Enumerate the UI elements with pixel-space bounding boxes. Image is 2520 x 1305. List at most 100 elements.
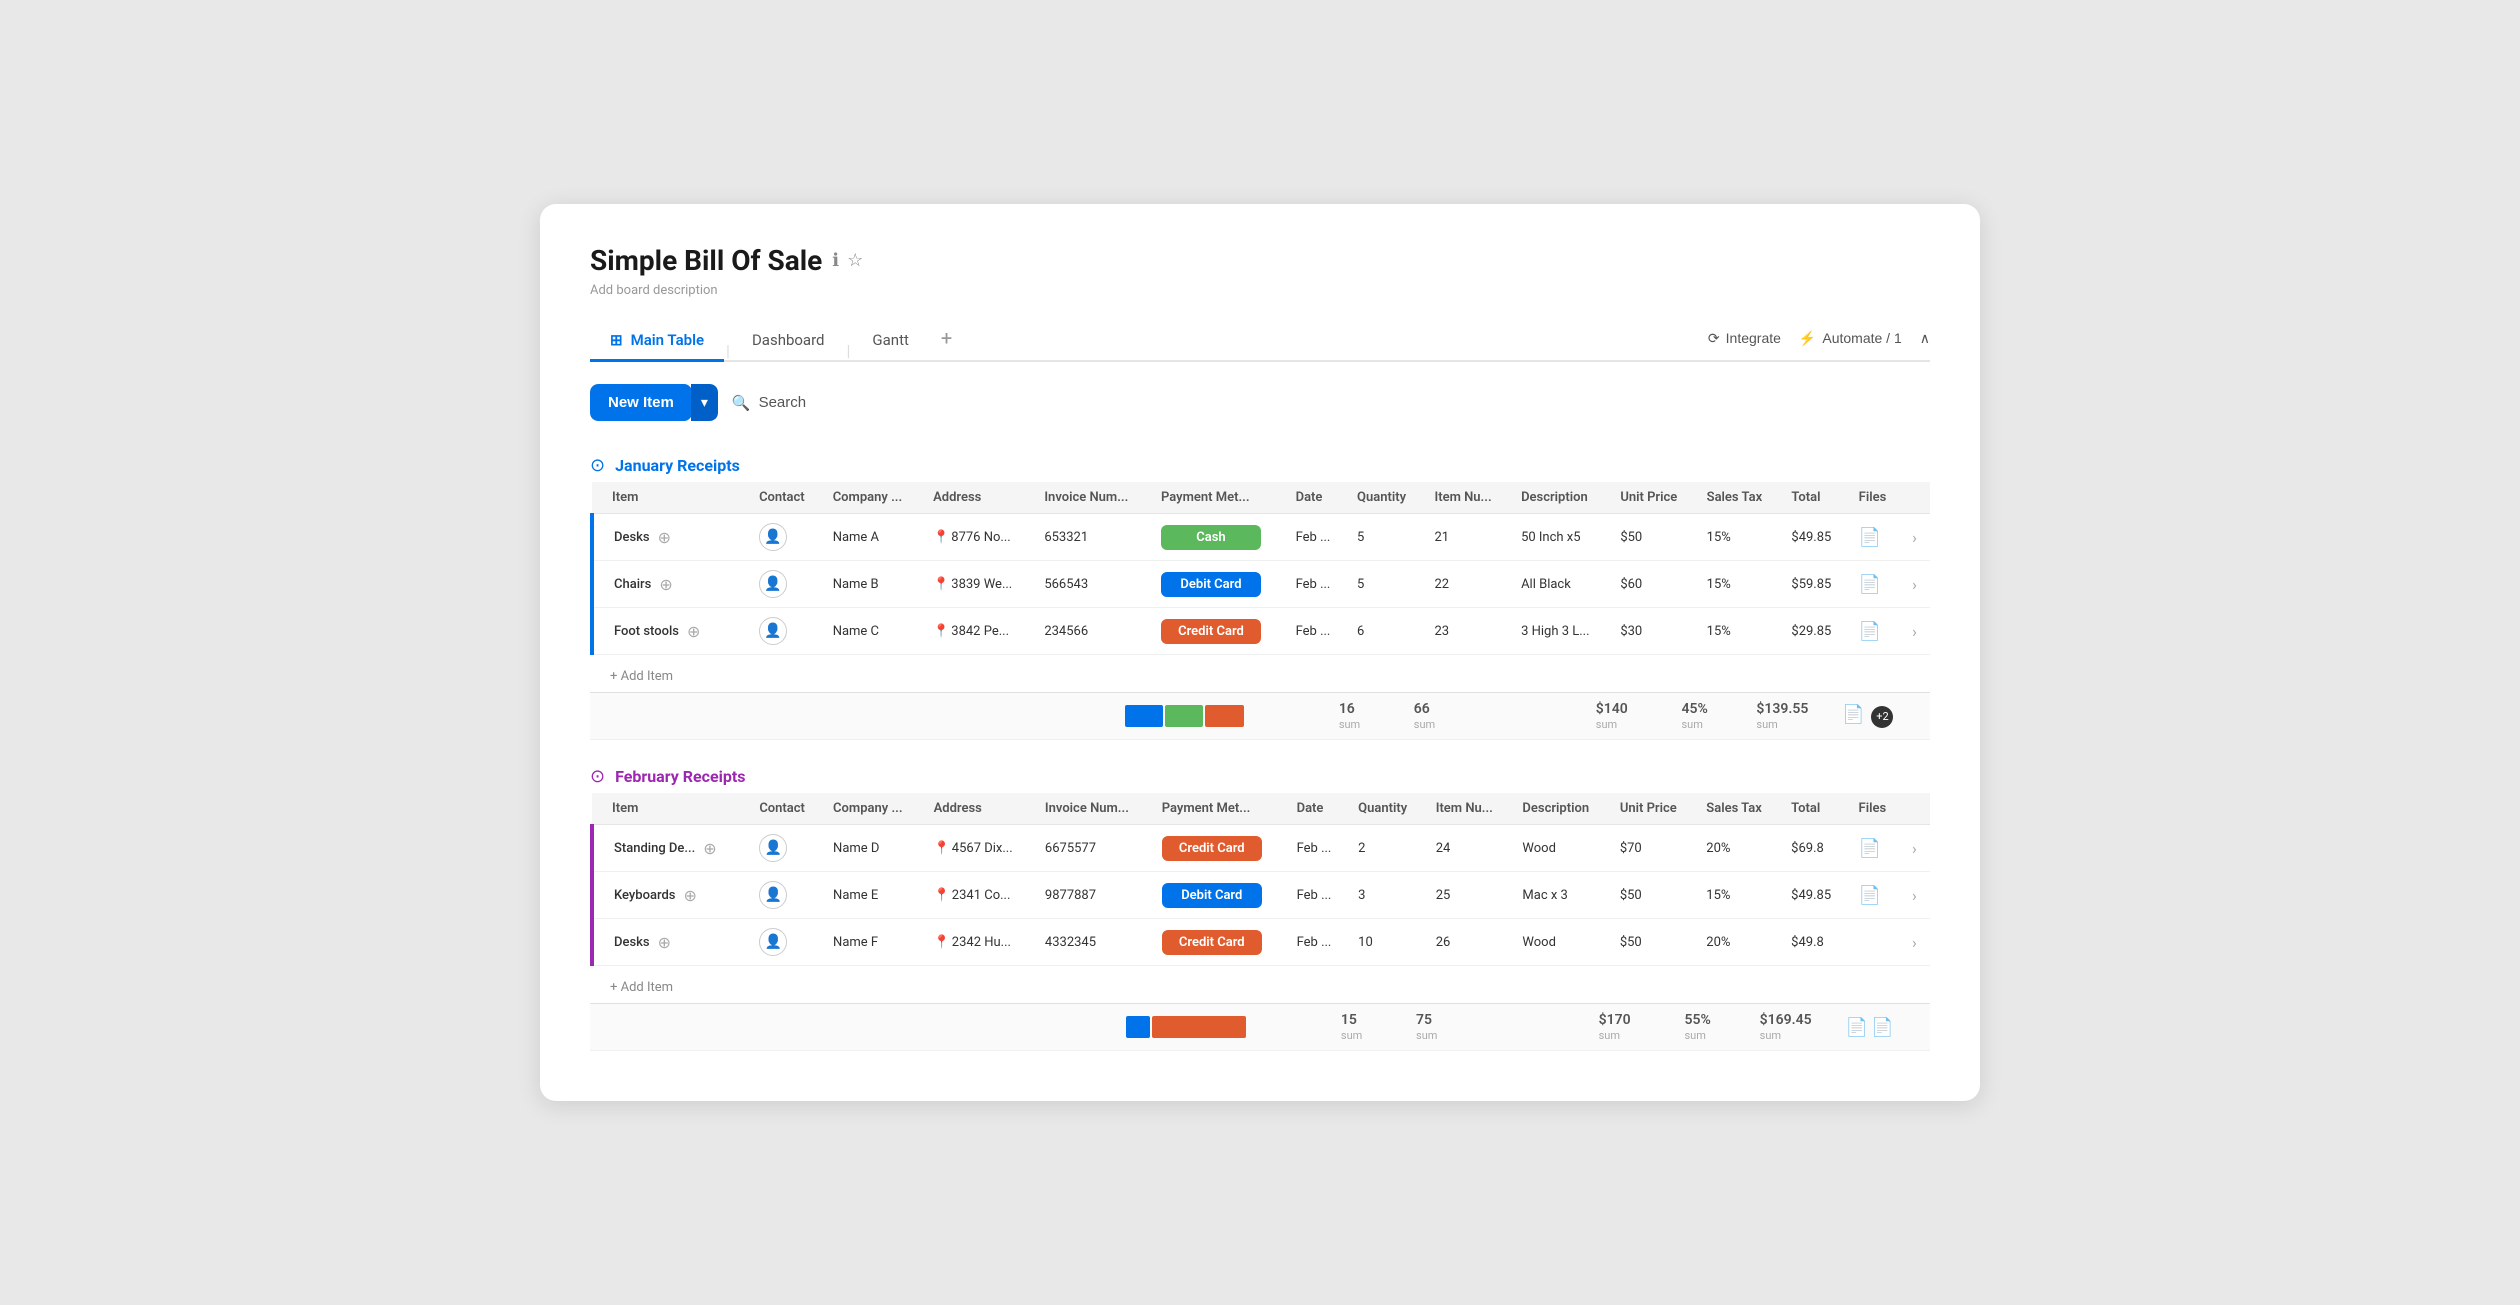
add-sub-item-icon[interactable]: ⊕ <box>683 886 696 905</box>
january-section: ⊙ January Receipts Item Contact Company … <box>590 449 1930 740</box>
table-row[interactable]: Foot stools ⊕ 👤 Name C 📍3842 Pe... 23456… <box>592 608 1930 655</box>
tab-main-table[interactable]: ⊞ Main Table <box>590 321 724 362</box>
cell-name: Foot stools ⊕ <box>592 608 749 655</box>
add-sub-item-icon[interactable]: ⊕ <box>703 839 716 858</box>
cell-company: Name C <box>823 608 923 655</box>
automate-button[interactable]: ⚡ Automate / 1 <box>1799 330 1902 347</box>
feb-bar-debit <box>1126 1016 1150 1038</box>
search-button[interactable]: 🔍 Search <box>732 394 806 412</box>
page-title-area: Simple Bill Of Sale ℹ ☆ <box>590 244 1930 277</box>
cell-quantity: 6 <box>1347 608 1424 655</box>
cell-description: 3 High 3 L... <box>1511 608 1610 655</box>
cell-total: $69.8 <box>1781 825 1848 872</box>
cell-contact: 👤 <box>749 919 823 966</box>
cell-contact: 👤 <box>749 608 823 655</box>
tab-add-button[interactable]: + <box>929 316 964 360</box>
col-contact: Contact <box>749 482 823 514</box>
location-icon: 📍 <box>934 888 950 903</box>
row-more-icon[interactable]: › <box>1912 528 1917 547</box>
table-row[interactable]: Chairs ⊕ 👤 Name B 📍3839 We... 566543 Deb… <box>592 561 1930 608</box>
feb-sum-payment-bar <box>1116 1004 1256 1051</box>
board-description[interactable]: Add board description <box>590 283 1930 298</box>
row-more-icon[interactable]: › <box>1912 839 1917 858</box>
add-sub-item-icon[interactable]: ⊕ <box>658 933 671 952</box>
cell-company: Name E <box>823 872 924 919</box>
table-row[interactable]: Desks ⊕ 👤 Name A 📍8776 No... 653321 Cash… <box>592 514 1930 561</box>
february-add-item[interactable]: + Add Item <box>590 972 1930 1003</box>
february-table-wrap: Item Contact Company ... Address Invoice… <box>590 793 1930 966</box>
item-name-text: Keyboards <box>614 888 675 903</box>
jan-payment-bar <box>1125 705 1244 727</box>
cell-more: › <box>1902 919 1930 966</box>
feb-sum-spacer4 <box>901 1004 1008 1051</box>
item-name-text: Desks <box>614 530 650 545</box>
cell-date: Feb ... <box>1287 872 1349 919</box>
cell-files: 📄 <box>1849 561 1902 608</box>
row-more-icon[interactable]: › <box>1912 933 1917 952</box>
jan-sum-end <box>1909 693 1930 740</box>
new-item-button[interactable]: New Item <box>590 384 692 421</box>
file-icon: 📄 <box>1859 838 1881 859</box>
tab-gantt[interactable]: Gantt <box>852 321 928 362</box>
new-item-dropdown[interactable]: ▾ <box>691 384 718 421</box>
new-item-wrapper: New Item ▾ <box>590 384 718 421</box>
col-more <box>1902 482 1930 514</box>
feb-col-invoice: Invoice Num... <box>1035 793 1152 825</box>
jan-sum-spacer3 <box>804 693 900 740</box>
jan-sum-spacer5 <box>1008 693 1115 740</box>
col-quantity: Quantity <box>1347 482 1424 514</box>
file-icon: 📄 <box>1859 527 1881 548</box>
cell-payment: Credit Card <box>1151 608 1286 655</box>
item-name-text: Foot stools <box>614 624 679 639</box>
row-more-icon[interactable]: › <box>1912 575 1917 594</box>
cell-quantity: 10 <box>1348 919 1426 966</box>
add-sub-item-icon[interactable]: ⊕ <box>658 528 671 547</box>
cell-contact: 👤 <box>749 561 823 608</box>
cell-description: Wood <box>1512 825 1609 872</box>
cell-payment: Cash <box>1151 514 1286 561</box>
add-sub-item-icon[interactable]: ⊕ <box>687 622 700 641</box>
info-icon[interactable]: ℹ <box>832 250 839 271</box>
cell-name: Desks ⊕ <box>592 514 749 561</box>
cell-contact: 👤 <box>749 825 823 872</box>
cell-address: 📍4567 Dix... <box>924 825 1035 872</box>
february-section: ⊙ February Receipts Item Contact Company… <box>590 760 1930 1051</box>
cell-quantity: 5 <box>1347 561 1424 608</box>
january-add-item[interactable]: + Add Item <box>590 661 1930 692</box>
feb-sum-spacer2 <box>740 1004 804 1051</box>
january-collapse-icon[interactable]: ⊙ <box>590 455 605 476</box>
table-row[interactable]: Standing De... ⊕ 👤 Name D 📍4567 Dix... 6… <box>592 825 1930 872</box>
tabs-left: ⊞ Main Table | Dashboard | Gantt + <box>590 316 964 360</box>
table-row[interactable]: Desks ⊕ 👤 Name F 📍2342 Hu... 4332345 Cre… <box>592 919 1930 966</box>
cell-total: $29.85 <box>1781 608 1848 655</box>
cell-quantity: 5 <box>1347 514 1424 561</box>
payment-badge: Debit Card <box>1162 883 1262 908</box>
tab-dashboard[interactable]: Dashboard <box>732 321 845 362</box>
cell-files: 📄 <box>1849 608 1902 655</box>
row-more-icon[interactable]: › <box>1912 886 1917 905</box>
star-icon[interactable]: ☆ <box>847 250 863 271</box>
col-invoice: Invoice Num... <box>1034 482 1151 514</box>
cell-files <box>1849 919 1902 966</box>
avatar: 👤 <box>759 617 787 645</box>
cell-description: Mac x 3 <box>1512 872 1609 919</box>
february-collapse-icon[interactable]: ⊙ <box>590 766 605 787</box>
table-row[interactable]: Keyboards ⊕ 👤 Name E 📍2341 Co... 9877887… <box>592 872 1930 919</box>
col-company: Company ... <box>823 482 923 514</box>
row-more-icon[interactable]: › <box>1912 622 1917 641</box>
feb-col-files: Files <box>1849 793 1902 825</box>
feb-sum-spacer1 <box>590 1004 740 1051</box>
add-sub-item-icon[interactable]: ⊕ <box>659 575 672 594</box>
feb-sum-spacer3 <box>805 1004 902 1051</box>
cell-unit-price: $50 <box>1610 872 1696 919</box>
col-description: Description <box>1511 482 1610 514</box>
cell-invoice: 566543 <box>1034 561 1151 608</box>
jan-sum-sales-tax: 45% sum <box>1671 693 1746 740</box>
integrate-button[interactable]: ⟳ Integrate <box>1708 330 1781 347</box>
payment-badge: Credit Card <box>1162 836 1262 861</box>
feb-col-contact: Contact <box>749 793 823 825</box>
cell-payment: Credit Card <box>1152 919 1287 966</box>
collapse-button[interactable]: ∧ <box>1920 330 1930 347</box>
cell-unit-price: $30 <box>1610 608 1696 655</box>
jan-sum-item-num: 66 sum <box>1404 693 1479 740</box>
